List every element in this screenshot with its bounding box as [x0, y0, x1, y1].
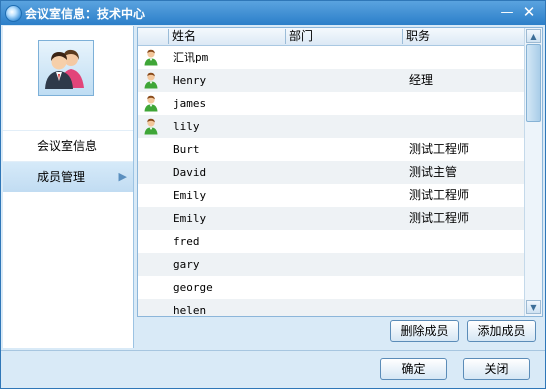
column-header-position[interactable]: 职务 — [402, 29, 523, 44]
member-name: james — [173, 97, 207, 110]
scrollbar-thumb[interactable] — [526, 44, 541, 122]
divider — [1, 350, 545, 351]
user-online-icon — [143, 49, 159, 66]
table-row[interactable]: David 测试主管 — [138, 161, 524, 184]
nav-item-label: 会议室信息 — [37, 139, 98, 153]
remove-member-button[interactable]: 删除成员 — [390, 320, 459, 342]
table-row[interactable]: Emily 测试工程师 — [138, 184, 524, 207]
member-name: fred — [173, 235, 200, 248]
add-member-button[interactable]: 添加成员 — [467, 320, 536, 342]
room-avatar — [38, 40, 94, 96]
table-row[interactable]: fred — [138, 230, 524, 253]
table-row[interactable]: gary — [138, 253, 524, 276]
window-title: 会议室信息：技术中心 — [25, 7, 146, 21]
member-position: 测试工程师 — [409, 188, 470, 202]
member-position: 经理 — [409, 73, 434, 87]
scroll-up-icon[interactable]: ▲ — [526, 29, 541, 43]
table-row[interactable]: george — [138, 276, 524, 299]
minimize-button[interactable]: — — [498, 4, 516, 21]
table-row[interactable]: 汇讯pm — [138, 46, 524, 69]
table-row[interactable]: Emily 测试工程师 — [138, 207, 524, 230]
close-button[interactable]: 关闭 — [463, 358, 530, 380]
group-avatar-icon — [45, 49, 84, 89]
column-header-department[interactable]: 部门 — [285, 29, 401, 44]
member-position: 测试主管 — [409, 165, 458, 179]
member-name: Emily — [173, 189, 207, 202]
table-row[interactable]: lily — [138, 115, 524, 138]
member-name: lily — [173, 120, 200, 133]
member-name: David — [173, 166, 207, 179]
app-logo-icon — [5, 5, 22, 22]
member-position: 测试工程师 — [409, 211, 470, 225]
member-rows: 汇讯pm Henry 经理 james lily Burt 测试工程师 David 测试主管 Em… — [138, 46, 524, 317]
nav-item-label: 成员管理 — [37, 170, 86, 184]
ok-button[interactable]: 确定 — [380, 358, 447, 380]
nav-item-room-info[interactable]: 会议室信息 — [3, 130, 133, 161]
nav-item-member-management[interactable]: 成员管理 ▶ — [3, 161, 133, 192]
member-name: Burt — [173, 143, 200, 156]
table-row[interactable]: Henry 经理 — [138, 69, 524, 92]
left-panel: 会议室信息 成员管理 ▶ — [3, 26, 134, 348]
close-icon[interactable]: ✕ — [520, 4, 538, 21]
member-name: helen — [173, 304, 207, 317]
member-name: Henry — [173, 74, 207, 87]
user-online-icon — [143, 95, 159, 112]
member-name: 汇讯pm — [173, 51, 209, 64]
chevron-right-icon: ▶ — [118, 170, 127, 183]
scroll-down-icon[interactable]: ▼ — [526, 300, 541, 314]
member-position: 测试工程师 — [409, 142, 470, 156]
member-name: george — [173, 281, 213, 294]
column-header-name[interactable]: 姓名 — [168, 29, 285, 44]
table-row[interactable]: james — [138, 92, 524, 115]
side-nav: 会议室信息 成员管理 ▶ — [3, 130, 133, 192]
member-list[interactable]: 姓名 部门 职务 汇讯pm Henry 经理 james lily Burt 测试工程师 Da… — [137, 27, 543, 317]
list-header: 姓名 部门 职务 — [138, 28, 524, 46]
title-bar[interactable]: 会议室信息：技术中心 — ✕ — [1, 1, 545, 25]
meeting-room-dialog: 会议室信息：技术中心 — ✕ 会议室信息 成员管理 ▶ 姓名 部门 职务 汇讯p… — [0, 0, 546, 389]
member-name: Emily — [173, 212, 207, 225]
table-row[interactable]: helen — [138, 299, 524, 317]
user-online-icon — [143, 118, 159, 135]
vertical-scrollbar[interactable]: ▲ ▼ — [524, 28, 542, 316]
user-online-icon — [143, 72, 159, 89]
table-row[interactable]: Burt 测试工程师 — [138, 138, 524, 161]
member-name: gary — [173, 258, 200, 271]
